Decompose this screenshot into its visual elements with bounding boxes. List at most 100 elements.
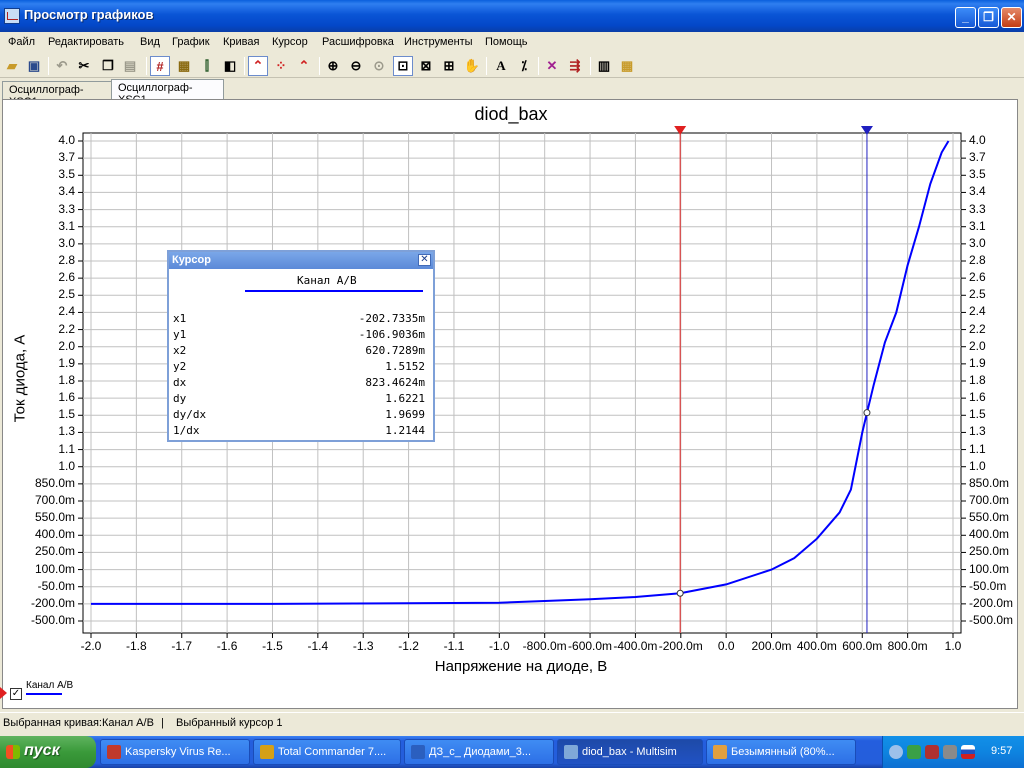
zoom-y-icon[interactable]: ⊞: [439, 56, 459, 76]
minimize-button[interactable]: _: [955, 7, 976, 28]
task-total-commander[interactable]: Total Commander 7....: [253, 739, 401, 765]
graph-area[interactable]: diod_bax Ток диода, А Напряжение на диод…: [2, 99, 1018, 709]
y-tick-label-right: 1.8: [969, 373, 986, 387]
menu-edit[interactable]: Редактировать: [48, 36, 124, 48]
cursors-icon[interactable]: ⫿: [197, 56, 217, 76]
y-tick-label: 2.0: [58, 338, 75, 353]
text-icon[interactable]: A: [491, 56, 511, 76]
tab-oscilloscope-1[interactable]: Осциллограф-XSC1: [2, 81, 112, 108]
zoom-in-icon[interactable]: ⊕: [323, 56, 343, 76]
multisim-icon: [564, 745, 578, 759]
zoom-x-icon[interactable]: ⊠: [416, 56, 436, 76]
y-tick-label-right: 850.0m: [969, 475, 1010, 490]
print-icon[interactable]: ▥: [594, 56, 614, 76]
cursor-panel-close-icon[interactable]: ✕: [418, 254, 431, 266]
task-word-document[interactable]: ДЗ_с_ Диодами_3...: [404, 739, 554, 765]
copy-icon[interactable]: ❐: [98, 56, 118, 76]
y-tick-label: 1.0: [58, 458, 75, 473]
cut-icon[interactable]: ✂: [74, 56, 94, 76]
export-icon[interactable]: ⇶: [565, 56, 585, 76]
network-icon[interactable]: [907, 745, 921, 759]
start-button[interactable]: пуск: [0, 736, 96, 768]
y-tick-label-right: 250.0m: [969, 544, 1010, 559]
y-tick-label: 4.0: [58, 133, 75, 147]
cursor-row: x2 620.7289m: [173, 344, 425, 358]
zoom-area-icon[interactable]: ⊡: [393, 56, 413, 76]
legend-checkbox[interactable]: ✓: [10, 688, 22, 700]
cursor-panel[interactable]: Курсор ✕ Канал A/B x1 -202.7335m y1 -106.9…: [167, 250, 435, 442]
clock: 9:57: [991, 745, 1013, 757]
menu-help[interactable]: Помощь: [485, 36, 528, 48]
cursor-panel-header[interactable]: Курсор: [169, 252, 433, 269]
task-multisim[interactable]: diod_bax - Multisim: [557, 739, 703, 765]
undo-icon[interactable]: ↶: [52, 56, 72, 76]
close-icon: ✕: [1006, 10, 1017, 24]
tab-oscilloscope-2[interactable]: Осциллограф-XSC1: [111, 79, 224, 106]
task-label: ДЗ_с_ Диодами_3...: [429, 746, 532, 758]
y-tick-label: 2.5: [58, 287, 75, 302]
close-button[interactable]: ✕: [1001, 7, 1022, 28]
y-tick-label-right: 2.2: [969, 321, 986, 336]
minimize-icon: _: [962, 10, 969, 24]
menu-legend-decode[interactable]: Расшифровка: [322, 36, 394, 48]
task-label: Безымянный (80%...: [731, 746, 835, 758]
y-tick-label: 400.0m: [34, 527, 75, 542]
antivirus-icon[interactable]: [925, 745, 939, 759]
maximize-button[interactable]: ❐: [978, 7, 999, 28]
menu-file[interactable]: Файл: [8, 36, 35, 48]
restore-icon: ❐: [983, 10, 994, 24]
cursor-panel-channel-line: [245, 290, 423, 292]
cursor-row-key: x1: [173, 312, 187, 325]
language-flag-icon[interactable]: [961, 745, 975, 759]
y-tick-label-right: 1.1: [969, 441, 986, 456]
cursor-row-key: dy/dx: [173, 408, 207, 421]
task-paint[interactable]: Безымянный (80%...: [706, 739, 856, 765]
cursor-row-key: dx: [173, 376, 187, 389]
y-tick-label: 1.9: [58, 355, 75, 370]
reverse-colors-icon[interactable]: ◧: [220, 56, 240, 76]
y-tick-label-right: 2.5: [969, 287, 986, 302]
line-style-icon[interactable]: ⌃: [248, 56, 268, 76]
cursor-row: y1 -106.9036m: [173, 328, 425, 342]
zoom-fit-icon[interactable]: ⊙: [369, 56, 389, 76]
y-tick-label: 3.5: [58, 167, 75, 182]
menu-cursor[interactable]: Курсор: [272, 36, 308, 48]
pan-icon[interactable]: ✋: [462, 56, 482, 76]
markers-icon[interactable]: ⌃: [294, 56, 314, 76]
legend-icon[interactable]: ▦: [174, 56, 194, 76]
properties-icon[interactable]: ⁒: [514, 56, 534, 76]
dots-icon[interactable]: ⁘: [271, 56, 291, 76]
grid-icon[interactable]: #: [150, 56, 170, 76]
y-tick-label: 250.0m: [34, 544, 75, 559]
task-label: diod_bax - Multisim: [582, 746, 677, 758]
save-icon[interactable]: ▣: [24, 56, 44, 76]
y-tick-label-right: 1.9: [969, 355, 986, 370]
y-tick-label-right: 2.6: [969, 270, 986, 285]
paste-icon[interactable]: ▤: [120, 56, 140, 76]
y-tick-label-right: -50.0m: [969, 578, 1007, 593]
zoom-out-icon[interactable]: ⊖: [346, 56, 366, 76]
tab-bar: Осциллограф-XSC1 Осциллограф-XSC1: [0, 79, 1024, 108]
volume-icon[interactable]: [943, 745, 957, 759]
title-bar[interactable]: Просмотр графиков _ ❐ ✕: [0, 0, 1024, 32]
y-tick-label-right: 3.0: [969, 235, 986, 250]
y-tick-label-right: 2.0: [969, 338, 986, 353]
menu-tools[interactable]: Инструменты: [404, 36, 473, 48]
menu-bar: Файл Редактировать Вид График Кривая Кур…: [0, 32, 1024, 52]
task-kaspersky[interactable]: Kaspersky Virus Re...: [100, 739, 250, 765]
paint-icon: [713, 745, 727, 759]
taskbar: пуск Kaspersky Virus Re... Total Command…: [0, 736, 1024, 768]
system-tray: 9:57: [882, 736, 1024, 768]
menu-curve[interactable]: Кривая: [223, 36, 259, 48]
tray-expand-icon[interactable]: [889, 745, 903, 759]
plot-svg[interactable]: [3, 100, 1019, 710]
cursor-row: y2 1.5152: [173, 360, 425, 374]
y-tick-label: 1.5: [58, 407, 75, 422]
y-tick-label: 1.1: [58, 441, 75, 456]
cursor-row: dx 823.4624m: [173, 376, 425, 390]
print-preview-icon[interactable]: ▦: [617, 56, 637, 76]
menu-graph[interactable]: График: [172, 36, 210, 48]
open-icon[interactable]: ▰: [2, 56, 22, 76]
overlay-icon[interactable]: ✕: [542, 56, 562, 76]
menu-view[interactable]: Вид: [140, 36, 160, 48]
